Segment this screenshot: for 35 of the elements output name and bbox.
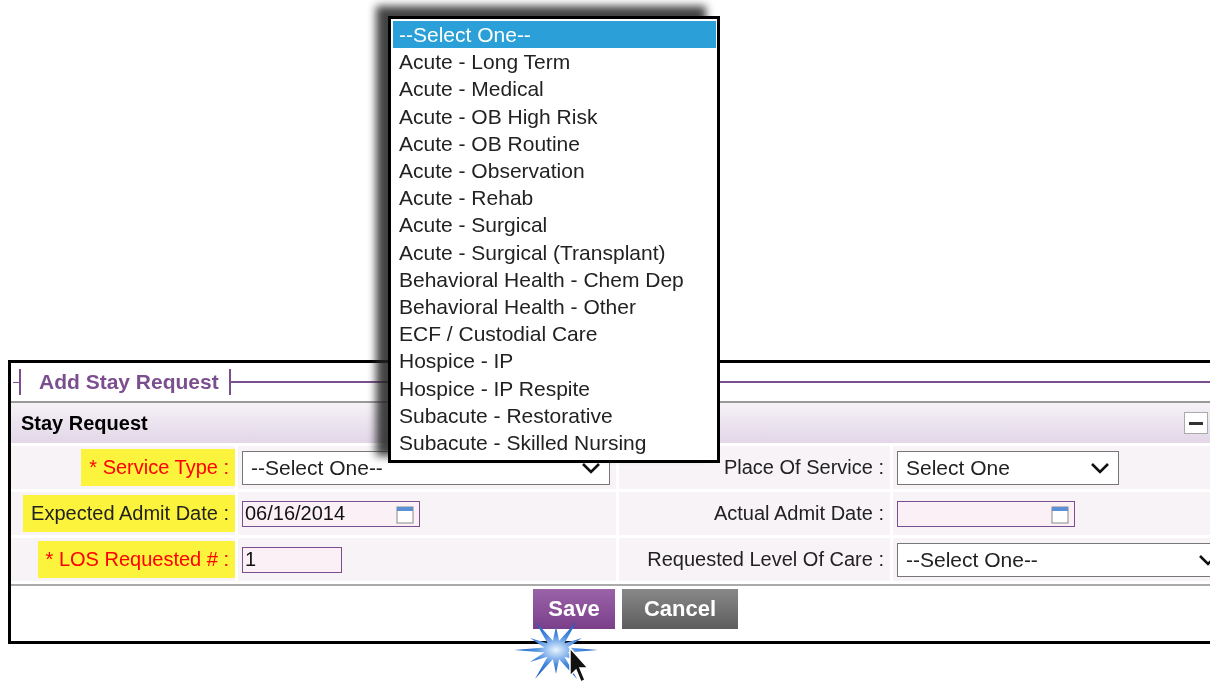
dropdown-option[interactable]: Hospice - IP	[393, 347, 717, 375]
dropdown-option[interactable]: ECF / Custodial Care	[393, 320, 717, 348]
dropdown-option[interactable]: Behavioral Health - Other	[393, 293, 717, 321]
collapse-button[interactable]	[1184, 412, 1208, 434]
field-label: Requested Level Of Care :	[646, 547, 885, 572]
dropdown-option[interactable]: Acute - OB High Risk	[393, 102, 717, 130]
field-label: Actual Admit Date :	[712, 501, 885, 526]
select-field[interactable]: Select One	[897, 450, 1119, 485]
chevron-down-icon	[581, 461, 601, 474]
dropdown-option[interactable]: Acute - OB Routine	[393, 129, 717, 157]
dropdown-option[interactable]: Hospice - IP Respite	[393, 374, 717, 402]
date-field[interactable]	[897, 500, 1075, 527]
select-field[interactable]: --Select One--	[897, 542, 1210, 577]
dropdown-option[interactable]: Acute - Medical	[393, 75, 717, 103]
minus-icon	[1189, 421, 1203, 425]
dropdown-option[interactable]: Acute - Observation	[393, 157, 717, 185]
save-button[interactable]: Save	[533, 589, 615, 629]
dropdown-option[interactable]: Acute - Long Term	[393, 48, 717, 76]
text-field[interactable]: 1	[242, 546, 342, 573]
field-label: Expected Admit Date :	[23, 495, 235, 532]
chevron-down-icon	[1090, 461, 1110, 474]
dropdown-option[interactable]: Acute - Surgical (Transplant)	[393, 238, 717, 266]
dropdown-option[interactable]: Acute - Rehab	[393, 184, 717, 212]
field-label: * LOS Requested # :	[37, 541, 235, 578]
calendar-icon[interactable]	[395, 503, 415, 524]
section-title: Stay Request	[20, 411, 148, 435]
dropdown-option[interactable]: Subacute - Restorative	[393, 401, 717, 430]
date-field[interactable]: 06/16/2014	[242, 500, 420, 527]
dropdown-option[interactable]: Acute - Surgical	[393, 211, 717, 239]
dropdown-option[interactable]: Behavioral Health - Chem Dep	[393, 265, 717, 294]
fieldset-legend: Add Stay Request	[19, 369, 231, 395]
calendar-icon[interactable]	[1050, 503, 1070, 524]
field-label: Place Of Service :	[722, 455, 885, 480]
field-label: * Service Type :	[81, 449, 235, 486]
cancel-button[interactable]: Cancel	[622, 589, 738, 629]
